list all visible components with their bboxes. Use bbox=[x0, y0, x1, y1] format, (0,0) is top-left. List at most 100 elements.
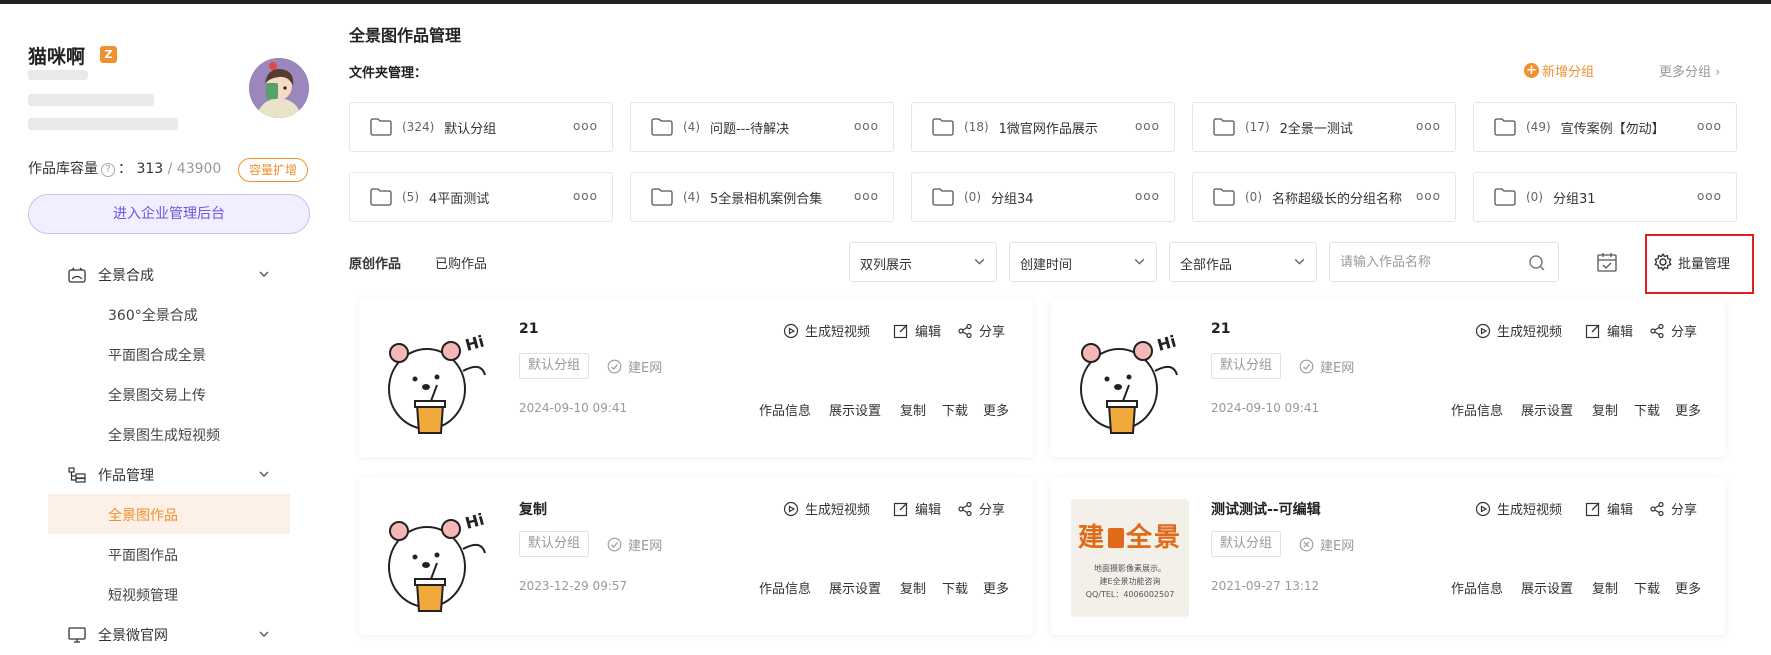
display-settings-link[interactable]: 展示设置 bbox=[829, 578, 881, 597]
generate-video-button[interactable]: 生成短视频 bbox=[783, 321, 870, 340]
folder-item[interactable]: (4) 5全景相机案例合集 ooo bbox=[630, 172, 894, 222]
folder-more-icon[interactable]: ooo bbox=[854, 189, 879, 203]
sort-select[interactable]: 创建时间 bbox=[1009, 242, 1157, 282]
chevron-down-icon[interactable] bbox=[258, 468, 270, 480]
work-thumbnail[interactable]: Hi bbox=[379, 321, 497, 439]
folder-item[interactable]: (4) 问题---待解决 ooo bbox=[630, 102, 894, 152]
copy-link[interactable]: 复制 bbox=[900, 400, 926, 419]
work-card[interactable]: Hi 复制 默认分组 建E网 2023-12-29 09:57 生成短视频 编辑 分享 作品信息… bbox=[359, 477, 1033, 635]
copy-link[interactable]: 复制 bbox=[1592, 400, 1618, 419]
sidebar-item-short-video[interactable]: 短视频管理 bbox=[108, 585, 178, 605]
folder-more-icon[interactable]: ooo bbox=[1416, 189, 1441, 203]
display-settings-link[interactable]: 展示设置 bbox=[1521, 400, 1573, 419]
display-settings-link[interactable]: 展示设置 bbox=[1521, 578, 1573, 597]
folder-count: (4) bbox=[683, 190, 700, 204]
generate-video-button[interactable]: 生成短视频 bbox=[1475, 499, 1562, 518]
folder-more-icon[interactable]: ooo bbox=[573, 119, 598, 133]
share-button[interactable]: 分享 bbox=[1649, 321, 1697, 340]
edit-button[interactable]: 编辑 bbox=[893, 499, 941, 518]
copy-link[interactable]: 复制 bbox=[900, 578, 926, 597]
scope-select[interactable]: 全部作品 bbox=[1169, 242, 1317, 282]
folder-more-icon[interactable]: ooo bbox=[854, 119, 879, 133]
download-link[interactable]: 下载 bbox=[1634, 578, 1660, 597]
tab-bought-works[interactable]: 已购作品 bbox=[435, 253, 487, 272]
chevron-down-icon bbox=[1134, 258, 1145, 265]
sidebar-item-panorama-video[interactable]: 全景图生成短视频 bbox=[108, 425, 220, 445]
folder-more-icon[interactable]: ooo bbox=[1416, 119, 1441, 133]
batch-manage-button[interactable]: 批量管理 bbox=[1653, 252, 1730, 272]
more-link[interactable]: 更多 bbox=[983, 400, 1009, 419]
work-title[interactable]: 测试测试--可编辑 bbox=[1211, 499, 1321, 519]
copy-link[interactable]: 复制 bbox=[1592, 578, 1618, 597]
calendar-check-icon[interactable] bbox=[1596, 251, 1618, 273]
chevron-down-icon[interactable] bbox=[258, 628, 270, 640]
download-link[interactable]: 下载 bbox=[1634, 400, 1660, 419]
work-thumbnail[interactable]: Hi bbox=[1071, 321, 1189, 439]
download-link[interactable]: 下载 bbox=[942, 400, 968, 419]
folder-item[interactable]: (17) 2全景一测试 ooo bbox=[1192, 102, 1456, 152]
menu-group-works-management[interactable]: 作品管理 bbox=[68, 465, 154, 485]
edit-button[interactable]: 编辑 bbox=[893, 321, 941, 340]
work-info-link[interactable]: 作品信息 bbox=[759, 400, 811, 419]
new-group-button[interactable]: + 新增分组 bbox=[1524, 61, 1594, 80]
more-link[interactable]: 更多 bbox=[1675, 400, 1701, 419]
work-info-link[interactable]: 作品信息 bbox=[1451, 400, 1503, 419]
display-settings-link[interactable]: 展示设置 bbox=[829, 400, 881, 419]
folder-more-icon[interactable]: ooo bbox=[573, 189, 598, 203]
edit-button[interactable]: 编辑 bbox=[1585, 499, 1633, 518]
folder-more-icon[interactable]: ooo bbox=[1697, 189, 1722, 203]
search-icon[interactable] bbox=[1528, 254, 1546, 272]
work-card[interactable]: 建全景 地面摄影像素展示。 建E全景功能咨询 QQ/TEL：4006002507 测试测… bbox=[1051, 477, 1725, 635]
enterprise-admin-button[interactable]: 进入企业管理后台 bbox=[28, 194, 310, 234]
help-icon[interactable]: ? bbox=[101, 163, 115, 177]
sidebar-item-360-synthesis[interactable]: 360°全景合成 bbox=[108, 305, 198, 325]
folder-item[interactable]: (0) 分组34 ooo bbox=[911, 172, 1175, 222]
folder-item[interactable]: (0) 分组31 ooo bbox=[1473, 172, 1737, 222]
more-groups-link[interactable]: 更多分组 › bbox=[1659, 61, 1720, 80]
work-info-link[interactable]: 作品信息 bbox=[1451, 578, 1503, 597]
thumb-line: 建E全景功能咨询 bbox=[1099, 577, 1161, 586]
folder-item[interactable]: (5) 4平面测试 ooo bbox=[349, 172, 613, 222]
sidebar-item-panorama-works[interactable]: 全景图作品 bbox=[108, 505, 178, 525]
folder-icon bbox=[932, 188, 954, 206]
folder-more-icon[interactable]: ooo bbox=[1697, 119, 1722, 133]
folder-more-icon[interactable]: ooo bbox=[1135, 189, 1160, 203]
work-thumbnail[interactable]: 建全景 地面摄影像素展示。 建E全景功能咨询 QQ/TEL：4006002507 bbox=[1071, 499, 1189, 617]
download-link[interactable]: 下载 bbox=[942, 578, 968, 597]
folder-item[interactable]: (49) 宣传案例【勿动】 ooo bbox=[1473, 102, 1737, 152]
folder-more-icon[interactable]: ooo bbox=[1135, 119, 1160, 133]
generate-video-button[interactable]: 生成短视频 bbox=[783, 499, 870, 518]
menu-group-label: 全景微官网 bbox=[98, 628, 168, 644]
work-info-link[interactable]: 作品信息 bbox=[759, 578, 811, 597]
generate-video-button[interactable]: 生成短视频 bbox=[1475, 321, 1562, 340]
folder-item[interactable]: (0) 名称超级长的分组名称 ooo bbox=[1192, 172, 1456, 222]
work-thumbnail[interactable]: Hi bbox=[379, 499, 497, 617]
work-title[interactable]: 复制 bbox=[519, 499, 547, 519]
search-input[interactable] bbox=[1340, 252, 1520, 272]
expand-capacity-button[interactable]: 容量扩增 bbox=[238, 158, 308, 182]
more-link[interactable]: 更多 bbox=[983, 578, 1009, 597]
share-button[interactable]: 分享 bbox=[957, 321, 1005, 340]
sidebar-item-panorama-trade-upload[interactable]: 全景图交易上传 bbox=[108, 385, 206, 405]
edit-button[interactable]: 编辑 bbox=[1585, 321, 1633, 340]
redacted-info bbox=[28, 118, 178, 130]
sidebar-item-floorplan-works[interactable]: 平面图作品 bbox=[108, 545, 178, 565]
chevron-down-icon[interactable] bbox=[258, 268, 270, 280]
work-card[interactable]: Hi 21 默认分组 建E网 2024-09-10 09:41 生成短视频 编辑 分享 作品信息… bbox=[359, 299, 1033, 457]
more-link[interactable]: 更多 bbox=[1675, 578, 1701, 597]
folder-item[interactable]: (324) 默认分组 ooo bbox=[349, 102, 613, 152]
menu-group-panorama-synthesis[interactable]: 全景合成 bbox=[68, 265, 154, 285]
avatar[interactable] bbox=[249, 58, 309, 118]
work-title[interactable]: 21 bbox=[519, 321, 538, 337]
work-date: 2024-09-10 09:41 bbox=[1211, 401, 1320, 415]
tab-original-works[interactable]: 原创作品 bbox=[349, 253, 401, 272]
display-mode-select[interactable]: 双列展示 bbox=[849, 242, 997, 282]
folder-item[interactable]: (18) 1微官网作品展示 ooo bbox=[911, 102, 1175, 152]
sidebar-item-floorplan-panorama[interactable]: 平面图合成全景 bbox=[108, 345, 206, 365]
work-title[interactable]: 21 bbox=[1211, 321, 1230, 337]
share-button[interactable]: 分享 bbox=[957, 499, 1005, 518]
work-source-label: 建E网 bbox=[628, 539, 663, 554]
menu-group-micro-site[interactable]: 全景微官网 bbox=[68, 625, 168, 645]
work-card[interactable]: Hi 21 默认分组 建E网 2024-09-10 09:41 生成短视频 编辑 分享 作品信息… bbox=[1051, 299, 1725, 457]
share-button[interactable]: 分享 bbox=[1649, 499, 1697, 518]
